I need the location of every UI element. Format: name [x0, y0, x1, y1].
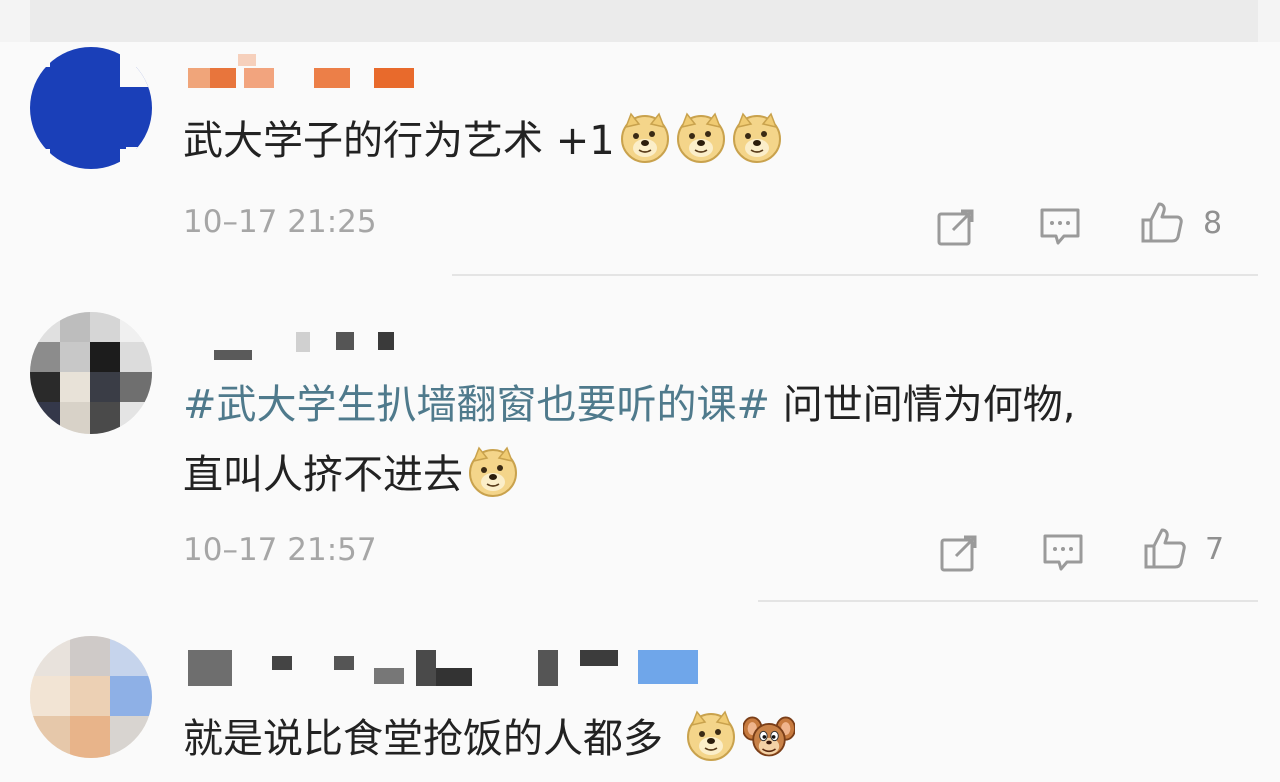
- comment-text: 武大学子的行为艺术 +1: [183, 112, 783, 168]
- comment-text: #武大学生扒墙翻窗也要听的课# 问世间情为何物,: [183, 378, 1075, 432]
- username-blurred[interactable]: [188, 650, 708, 686]
- avatar[interactable]: [30, 47, 152, 169]
- comment-body: 武大学子的行为艺术 +1: [183, 118, 615, 164]
- comment-divider: [758, 600, 1258, 602]
- timestamp: 10–17 21:25: [183, 204, 377, 240]
- hashtag-link[interactable]: #武大学生扒墙翻窗也要听的课#: [183, 382, 770, 428]
- share-icon[interactable]: [938, 530, 982, 574]
- like-count: 7: [1205, 532, 1225, 567]
- comment-item: 就是说比食堂抢饭的人都多: [0, 610, 1280, 782]
- doge-emoji-icon: [685, 710, 737, 762]
- doge-emoji-icon: [731, 112, 783, 164]
- like-count: 8: [1203, 206, 1223, 241]
- comment-item: 武大学子的行为艺术 +1 10–17 21:25 8: [0, 0, 1280, 280]
- username-blurred[interactable]: [188, 54, 428, 92]
- doge-emoji-icon: [467, 446, 519, 498]
- comment-item: #武大学生扒墙翻窗也要听的课# 问世间情为何物, 直叫人挤不进去 10–17 2…: [0, 280, 1280, 600]
- timestamp: 10–17 21:57: [183, 532, 377, 568]
- username-blurred[interactable]: [188, 332, 408, 360]
- comment-body: 问世间情为何物,: [770, 382, 1076, 428]
- comment-icon[interactable]: [1041, 530, 1085, 574]
- doge-emoji-icon: [675, 112, 727, 164]
- comment-divider: [452, 274, 1258, 276]
- thumbs-up-icon[interactable]: [1140, 200, 1184, 244]
- comment-text: 就是说比食堂抢饭的人都多: [183, 710, 799, 766]
- mouse-emoji-icon: [743, 710, 799, 762]
- doge-emoji-icon: [619, 112, 671, 164]
- share-icon[interactable]: [935, 204, 979, 248]
- comment-text-line2: 直叫人挤不进去: [183, 446, 519, 502]
- comment-icon[interactable]: [1038, 204, 1082, 248]
- avatar[interactable]: [30, 312, 152, 434]
- comment-body: 就是说比食堂抢饭的人都多: [183, 716, 663, 762]
- thumbs-up-icon[interactable]: [1143, 526, 1187, 570]
- avatar[interactable]: [30, 636, 152, 758]
- comment-body: 直叫人挤不进去: [183, 452, 463, 498]
